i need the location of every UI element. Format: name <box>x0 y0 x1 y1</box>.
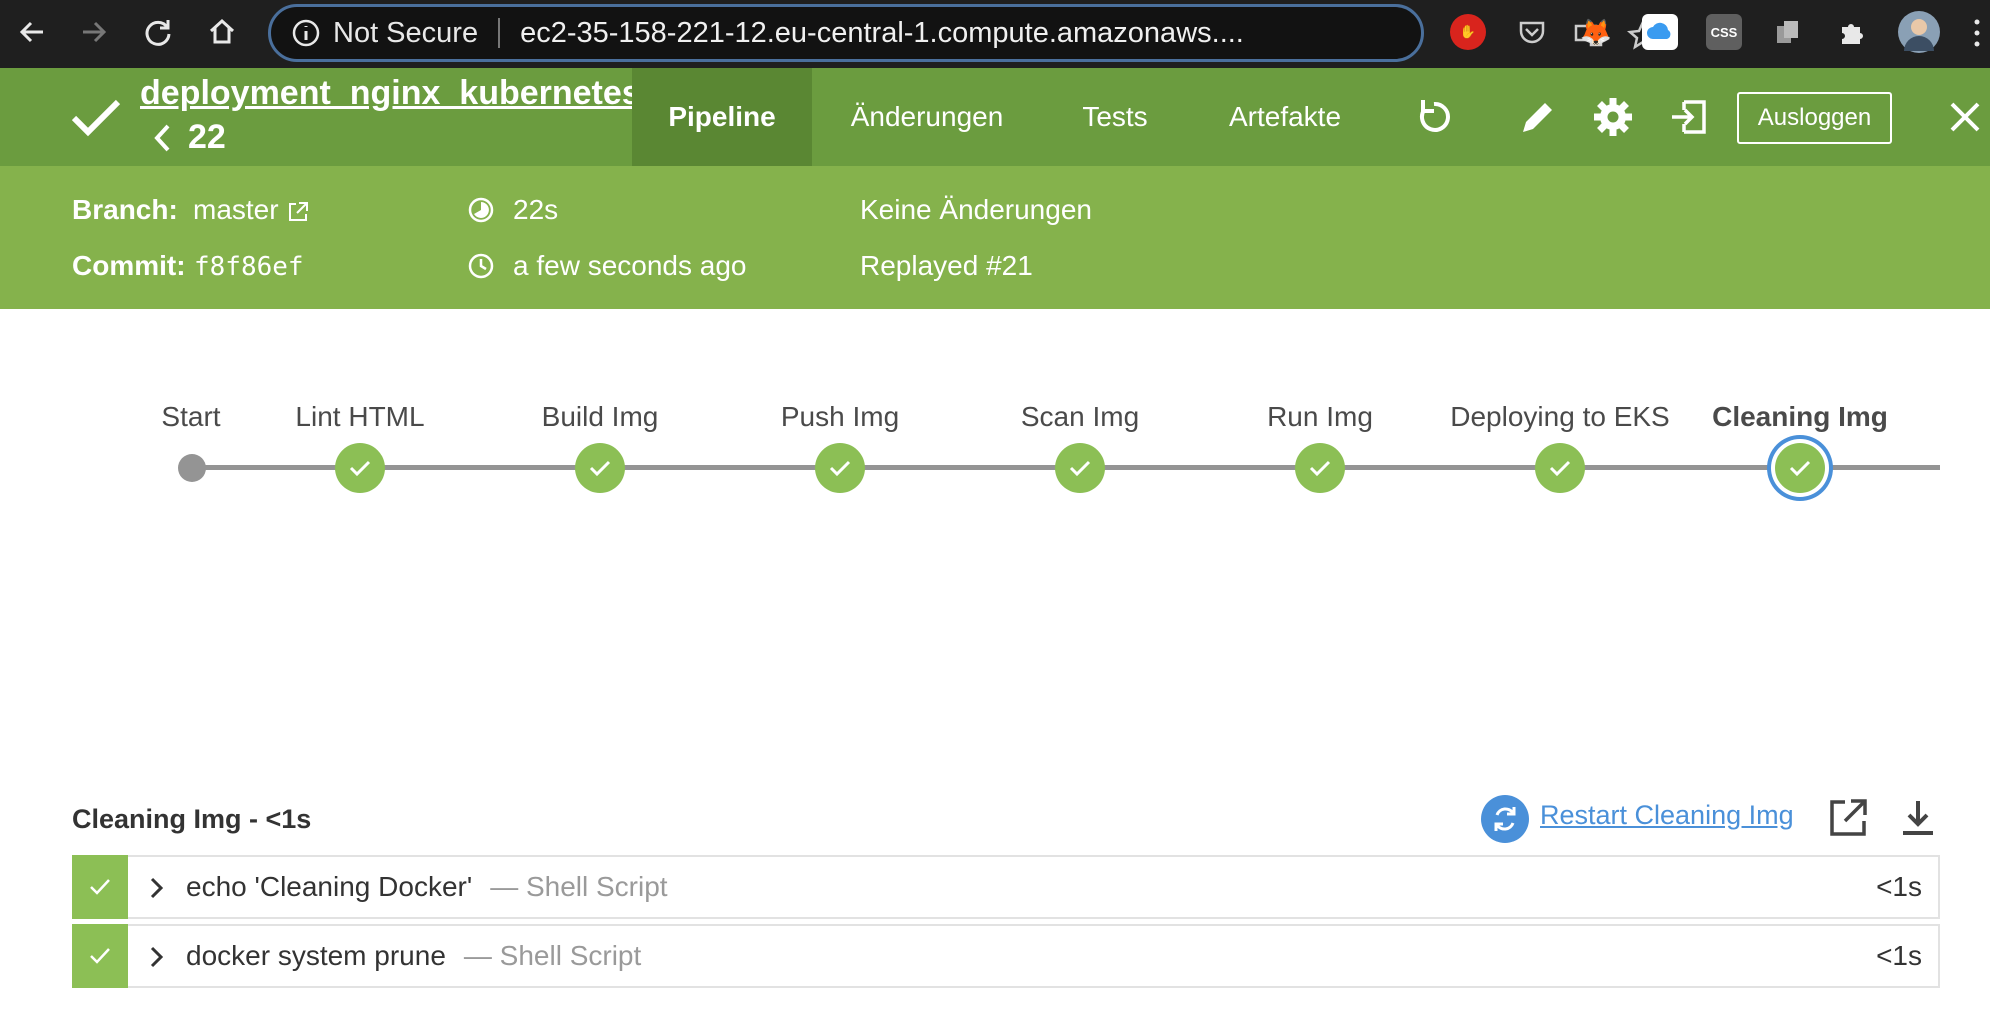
tab-changes[interactable]: Änderungen <box>820 68 1034 166</box>
commit-label: Commit: <box>72 250 186 281</box>
success-check-icon <box>71 99 121 137</box>
open-classic-icon[interactable] <box>1668 96 1710 138</box>
icloud-icon[interactable] <box>1642 14 1678 50</box>
info-icon[interactable] <box>291 18 321 48</box>
stage-label[interactable]: Push Img <box>781 401 899 433</box>
duration-icon <box>468 197 494 223</box>
edit-pencil-icon[interactable] <box>1517 96 1559 138</box>
step-duration: <1s <box>1876 871 1922 902</box>
step-success-icon <box>72 924 128 988</box>
stage-label[interactable]: Run Img <box>1267 401 1373 433</box>
address-bar[interactable]: Not Secure ec2-35-158-221-12.eu-central-… <box>268 4 1659 62</box>
css-viewer-icon[interactable]: CSS <box>1706 14 1742 50</box>
tab-artifacts[interactable]: Artefakte <box>1200 68 1370 166</box>
settings-gear-icon[interactable] <box>1592 96 1634 138</box>
pocket-icon[interactable] <box>1514 14 1550 50</box>
start-node <box>178 454 206 482</box>
check-icon <box>1309 460 1331 477</box>
browser-toolbar: Not Secure ec2-35-158-221-12.eu-central-… <box>0 0 1990 68</box>
metamask-icon[interactable]: 🦊 <box>1578 14 1614 50</box>
chevron-right-icon[interactable] <box>148 944 166 970</box>
pipeline-graph: Start Lint HTML Build Img Push Img Scan Img… <box>0 309 1990 749</box>
started-time: a few seconds ago <box>513 250 747 281</box>
logout-button[interactable]: Ausloggen <box>1737 92 1892 144</box>
check-icon <box>829 460 851 477</box>
step-row[interactable]: echo 'Cleaning Docker' — Shell Script <1s <box>72 855 1940 919</box>
run-number: 22 <box>188 118 226 156</box>
external-link-icon[interactable] <box>286 200 310 224</box>
step-command: echo 'Cleaning Docker' <box>186 871 473 902</box>
step-command: docker system prune <box>186 940 446 971</box>
stage-node[interactable] <box>1535 443 1585 493</box>
stage-label[interactable]: Lint HTML <box>295 401 424 433</box>
stage-label-start: Start <box>161 401 221 432</box>
branch-label: Branch: <box>72 194 178 225</box>
url-text[interactable]: ec2-35-158-221-12.eu-central-1.compute.a… <box>520 17 1244 50</box>
step-row[interactable]: docker system prune — Shell Script <1s <box>72 924 1940 988</box>
stage-label[interactable]: Build Img <box>542 401 659 433</box>
step-type: — Shell Script <box>490 871 668 902</box>
back-icon[interactable] <box>14 14 50 50</box>
rerun-icon[interactable] <box>1413 96 1455 138</box>
extensions-puzzle-icon[interactable] <box>1834 14 1870 50</box>
stage-label[interactable]: Cleaning Img <box>1712 401 1888 433</box>
tab-tests[interactable]: Tests <box>1050 68 1180 166</box>
copy-icon[interactable] <box>1770 14 1806 50</box>
restart-stage-icon[interactable] <box>1481 795 1529 843</box>
stage-node[interactable] <box>1055 443 1105 493</box>
check-icon <box>1549 460 1571 477</box>
step-type: — Shell Script <box>463 940 642 971</box>
stage-node[interactable] <box>1775 443 1825 493</box>
stage-detail-title: Cleaning Img - <1s <box>72 804 312 834</box>
omnibox-divider <box>498 18 501 48</box>
commit-hash[interactable]: f8f86ef <box>194 252 304 282</box>
check-icon <box>1069 460 1091 477</box>
run-cause: Replayed #21 <box>860 250 1033 281</box>
run-summary: Branch: master Commit: f8f86ef 22s a few… <box>0 166 1990 309</box>
close-icon[interactable] <box>1944 96 1986 138</box>
chevron-left-icon[interactable] <box>150 118 174 158</box>
changes-summary: Keine Änderungen <box>860 194 1092 225</box>
security-status: Not Secure <box>333 16 479 49</box>
browser-menu-icon[interactable] <box>1974 18 1980 48</box>
run-header: deployment_nginx_kubernetes 22 Pipeline … <box>0 68 1990 166</box>
stage-node[interactable] <box>815 443 865 493</box>
duration-value: 22s <box>513 194 559 225</box>
clock-icon <box>468 253 494 279</box>
open-log-icon[interactable] <box>1827 797 1869 839</box>
home-icon[interactable] <box>204 14 240 50</box>
reload-icon[interactable] <box>140 14 176 50</box>
forward-icon[interactable] <box>76 14 112 50</box>
stage-label[interactable]: Deploying to EKS <box>1450 401 1669 433</box>
step-success-icon <box>72 855 128 919</box>
tab-pipeline[interactable]: Pipeline <box>632 68 812 166</box>
job-name-link[interactable]: deployment_nginx_kubernetes <box>140 74 641 113</box>
stage-node[interactable] <box>335 443 385 493</box>
profile-avatar[interactable] <box>1898 11 1940 53</box>
stage-node[interactable] <box>575 443 625 493</box>
restart-stage-link[interactable]: Restart Cleaning Img <box>1540 800 1794 831</box>
branch-value[interactable]: master <box>193 194 279 226</box>
check-icon <box>589 460 611 477</box>
check-icon <box>1789 460 1811 477</box>
download-log-icon[interactable] <box>1897 797 1939 839</box>
stage-node[interactable] <box>1295 443 1345 493</box>
check-icon <box>349 460 371 477</box>
step-duration: <1s <box>1876 940 1922 971</box>
adblock-icon[interactable]: ✋ <box>1450 14 1486 50</box>
chevron-right-icon[interactable] <box>148 875 166 901</box>
stage-label[interactable]: Scan Img <box>1021 401 1139 433</box>
